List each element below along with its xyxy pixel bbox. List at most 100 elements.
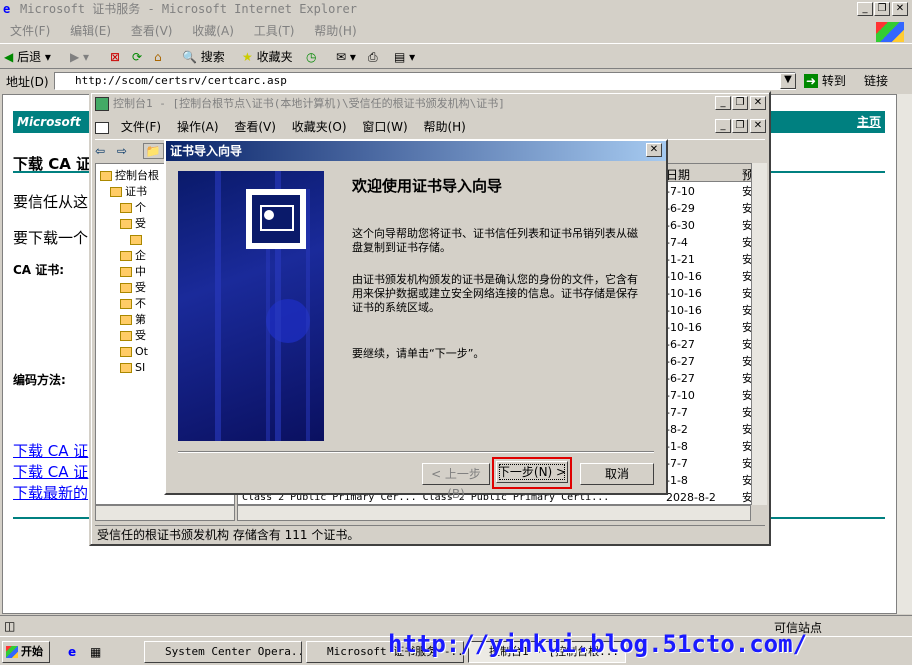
tree-node-label: Ot [135, 345, 148, 358]
mmc-minimize-button[interactable]: _ [715, 96, 731, 110]
tree-node[interactable] [130, 232, 145, 248]
mmc-back-icon[interactable]: ⇦ [95, 144, 105, 158]
col-date-header[interactable]: 日期 [666, 166, 690, 183]
mmc-menu-window[interactable]: 窗口(W) [362, 120, 407, 134]
wizard-back-button[interactable]: < 上一步(B) [422, 463, 490, 501]
tree-node[interactable]: 受 [120, 328, 146, 344]
mmc-menubar: 文件(F) 操作(A) 查看(V) 收藏夹(O) 窗口(W) 帮助(H) [95, 117, 765, 137]
ie-menubar: 文件(F) 编辑(E) 查看(V) 收藏(A) 工具(T) 帮助(H) [0, 21, 912, 41]
mmc-child-close-button[interactable]: ✕ [750, 119, 766, 133]
tree-node[interactable]: 受 [120, 280, 146, 296]
ie-menu-edit[interactable]: 编辑(E) [70, 24, 111, 38]
page-status-icon: ◫ [4, 619, 16, 633]
wizard-next-button[interactable]: 下一步(N) > [496, 461, 568, 483]
ie-close-button[interactable]: ✕ [892, 2, 908, 16]
wizard-close-button[interactable]: ✕ [646, 143, 662, 157]
wizard-para-1: 这个向导帮助您将证书、证书信任列表和证书吊销列表从磁盘复制到证书存储。 [352, 227, 638, 254]
wizard-cancel-button[interactable]: 取消 [580, 463, 654, 485]
row-date: -7-10 [666, 389, 695, 402]
quicklaunch-ie-icon[interactable]: e [68, 645, 76, 659]
ie-scrollbar[interactable] [896, 94, 912, 614]
mmc-console-icon [95, 121, 109, 134]
row-date: -6-29 [666, 202, 695, 215]
tree-node[interactable]: 证书 [110, 184, 147, 200]
mmc-menu-action[interactable]: 操作(A) [177, 120, 219, 134]
list-hscrollbar[interactable] [237, 505, 751, 521]
forward-button[interactable]: ▶ ▾ [70, 48, 89, 66]
search-icon: 🔍 [182, 50, 197, 64]
print-icon[interactable]: ⎙ [368, 48, 378, 66]
mmc-menu-help[interactable]: 帮助(H) [423, 120, 465, 134]
ie-title-text: Microsoft 证书服务 - Microsoft Internet Expl… [20, 2, 357, 16]
mmc-statusbar: 受信任的根证书颁发机构 存储含有 111 个证书。 [95, 525, 765, 543]
tree-node-label: 个 [135, 201, 146, 214]
tree-node[interactable]: Ot [120, 344, 148, 360]
wizard-separator [178, 451, 654, 453]
quicklaunch-desktop-icon[interactable]: ▦ [90, 645, 101, 659]
folder-icon [120, 203, 132, 213]
tree-hscrollbar[interactable] [95, 505, 235, 521]
tree-node[interactable]: 第 [120, 312, 146, 328]
mmc-restore-button[interactable]: ❐ [732, 96, 748, 110]
folder-icon [120, 283, 132, 293]
tree-node-label: 第 [135, 313, 146, 326]
tree-node-label: 不 [135, 297, 146, 310]
tree-node-label: 受 [135, 217, 146, 230]
ie-menu-favorites[interactable]: 收藏(A) [192, 24, 234, 38]
tree-node[interactable]: 受 [120, 216, 146, 232]
row-date: -6-30 [666, 219, 695, 232]
address-dropdown-button[interactable]: ▼ [780, 73, 796, 89]
mmc-forward-icon[interactable]: ⇨ [117, 144, 127, 158]
ie-menu-view[interactable]: 查看(V) [131, 24, 173, 38]
mmc-close-button[interactable]: ✕ [750, 96, 766, 110]
mmc-child-restore-button[interactable]: ❐ [732, 119, 748, 133]
edit-icon[interactable]: ▤ ▾ [394, 48, 415, 66]
refresh-icon[interactable]: ⟳ [132, 48, 142, 66]
back-arrow-icon: ◀ [4, 50, 14, 64]
tree-node[interactable]: SI [120, 360, 145, 376]
tree-node-label: 证书 [125, 185, 147, 198]
history-icon[interactable]: ◷ [306, 48, 316, 66]
taskbar-scom[interactable]: System Center Opera... [144, 641, 302, 663]
address-input[interactable]: http://scom/certsrv/certcarc.asp [54, 72, 796, 90]
mmc-child-minimize-button[interactable]: _ [715, 119, 731, 133]
mmc-menu-favorites[interactable]: 收藏夹(O) [292, 120, 347, 134]
tree-node[interactable]: 中 [120, 264, 146, 280]
favorites-label: 收藏夹 [256, 50, 293, 64]
home-link[interactable]: 主页 [857, 111, 881, 133]
tree-node[interactable]: 不 [120, 296, 146, 312]
favorites-button[interactable]: ★ 收藏夹 [242, 48, 293, 66]
mail-icon[interactable]: ✉ ▾ [336, 48, 356, 66]
folder-icon [120, 251, 132, 261]
tree-node[interactable]: 企 [120, 248, 146, 264]
home-icon[interactable]: ⌂ [154, 48, 162, 66]
folder-icon [130, 235, 142, 245]
download-latest-link[interactable]: 下载最新的 [13, 482, 88, 503]
folder-icon [100, 171, 112, 181]
ie-menu-tools[interactable]: 工具(T) [254, 24, 295, 38]
tree-node-label: 受 [135, 329, 146, 342]
ie-menu-file[interactable]: 文件(F) [10, 24, 50, 38]
tree-node-label: SI [135, 361, 146, 374]
go-button[interactable]: ➜ 转到 [804, 73, 846, 89]
tree-node[interactable]: 个 [120, 200, 146, 216]
mmc-menu-view[interactable]: 查看(V) [234, 120, 276, 134]
row-date: -8-2 [666, 423, 688, 436]
download-ca-link-1[interactable]: 下载 CA 证 [13, 440, 88, 461]
mmc-menu-file[interactable]: 文件(F) [121, 120, 161, 134]
search-button[interactable]: 🔍 搜索 [182, 48, 225, 66]
stop-icon[interactable]: ⊠ [110, 48, 120, 66]
row-date: -10-16 [666, 287, 702, 300]
ie-restore-button[interactable]: ❐ [874, 2, 890, 16]
ie-menu-help[interactable]: 帮助(H) [314, 24, 356, 38]
row-date: -6-27 [666, 355, 695, 368]
start-button[interactable]: 开始 [2, 641, 50, 663]
folder-icon [120, 331, 132, 341]
tree-node[interactable]: 控制台根 [100, 168, 159, 184]
back-button[interactable]: ◀ 后退 ▾ [4, 48, 51, 66]
download-ca-link-2[interactable]: 下载 CA 证 [13, 461, 88, 482]
ie-minimize-button[interactable]: _ [857, 2, 873, 16]
links-label[interactable]: 链接 [864, 73, 888, 89]
list-vscrollbar[interactable] [751, 163, 767, 505]
mmc-up-folder-icon[interactable]: 📁 [142, 143, 164, 159]
